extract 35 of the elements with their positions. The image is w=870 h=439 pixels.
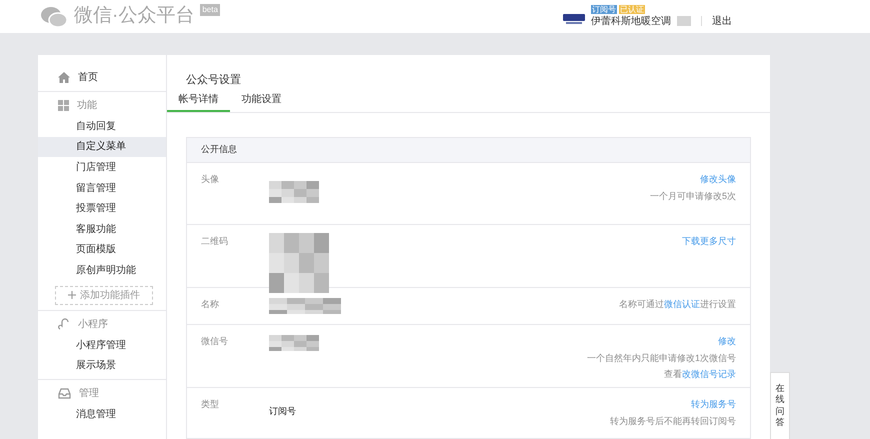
account-badge: 已认证 <box>619 4 645 14</box>
tab[interactable]: 功能设置 <box>230 92 293 112</box>
page-title: 公众号设置 <box>185 73 242 88</box>
hint-text: 查看改微信号记录 <box>664 368 736 381</box>
hint-text: 名称可通过微信认证进行设置 <box>619 298 736 311</box>
hint-text: 一个月可申请修改5次 <box>650 190 736 202</box>
grid-icon <box>58 100 69 111</box>
field-label: 头像 <box>201 173 220 186</box>
tray-icon <box>58 388 71 399</box>
field-label: 名称 <box>201 298 220 311</box>
sidebar-heading: 功能 <box>77 98 97 113</box>
panel-header: 公开信息 <box>187 138 750 163</box>
sidebar-heading: 管理 <box>79 386 99 401</box>
sidebar-item[interactable]: 自定义菜单 <box>38 136 166 158</box>
mail-icon[interactable] <box>677 16 691 26</box>
beta-badge: beta <box>200 4 220 16</box>
field-value: 订阅号 <box>269 406 296 416</box>
curve-icon <box>58 318 70 330</box>
wechat-logo-icon <box>40 6 68 28</box>
hint-text: 转为服务号后不能再转回订阅号 <box>610 414 736 428</box>
hint-text: 一个自然年内只能申请修改1次微信号 <box>586 352 736 364</box>
account-badge: 订阅号 <box>591 4 617 14</box>
logout-link[interactable]: 退出 <box>712 14 732 28</box>
home-icon <box>58 72 70 83</box>
field-label: 类型 <box>201 398 220 411</box>
account-name[interactable]: 伊蕾科斯地暖空调 <box>591 14 671 28</box>
sidebar-heading[interactable]: 首页 <box>78 70 98 85</box>
field-label: 微信号 <box>201 335 229 348</box>
field-label: 二维码 <box>201 235 229 248</box>
platform-title: 微信·公众平台 <box>74 4 194 28</box>
tab[interactable]: 帐号详情 <box>167 92 230 112</box>
brand-logo-icon <box>563 12 585 26</box>
plus-icon <box>68 291 76 300</box>
help-tab[interactable]: 在线问答 <box>770 372 790 439</box>
sidebar-heading: 小程序 <box>78 318 108 332</box>
